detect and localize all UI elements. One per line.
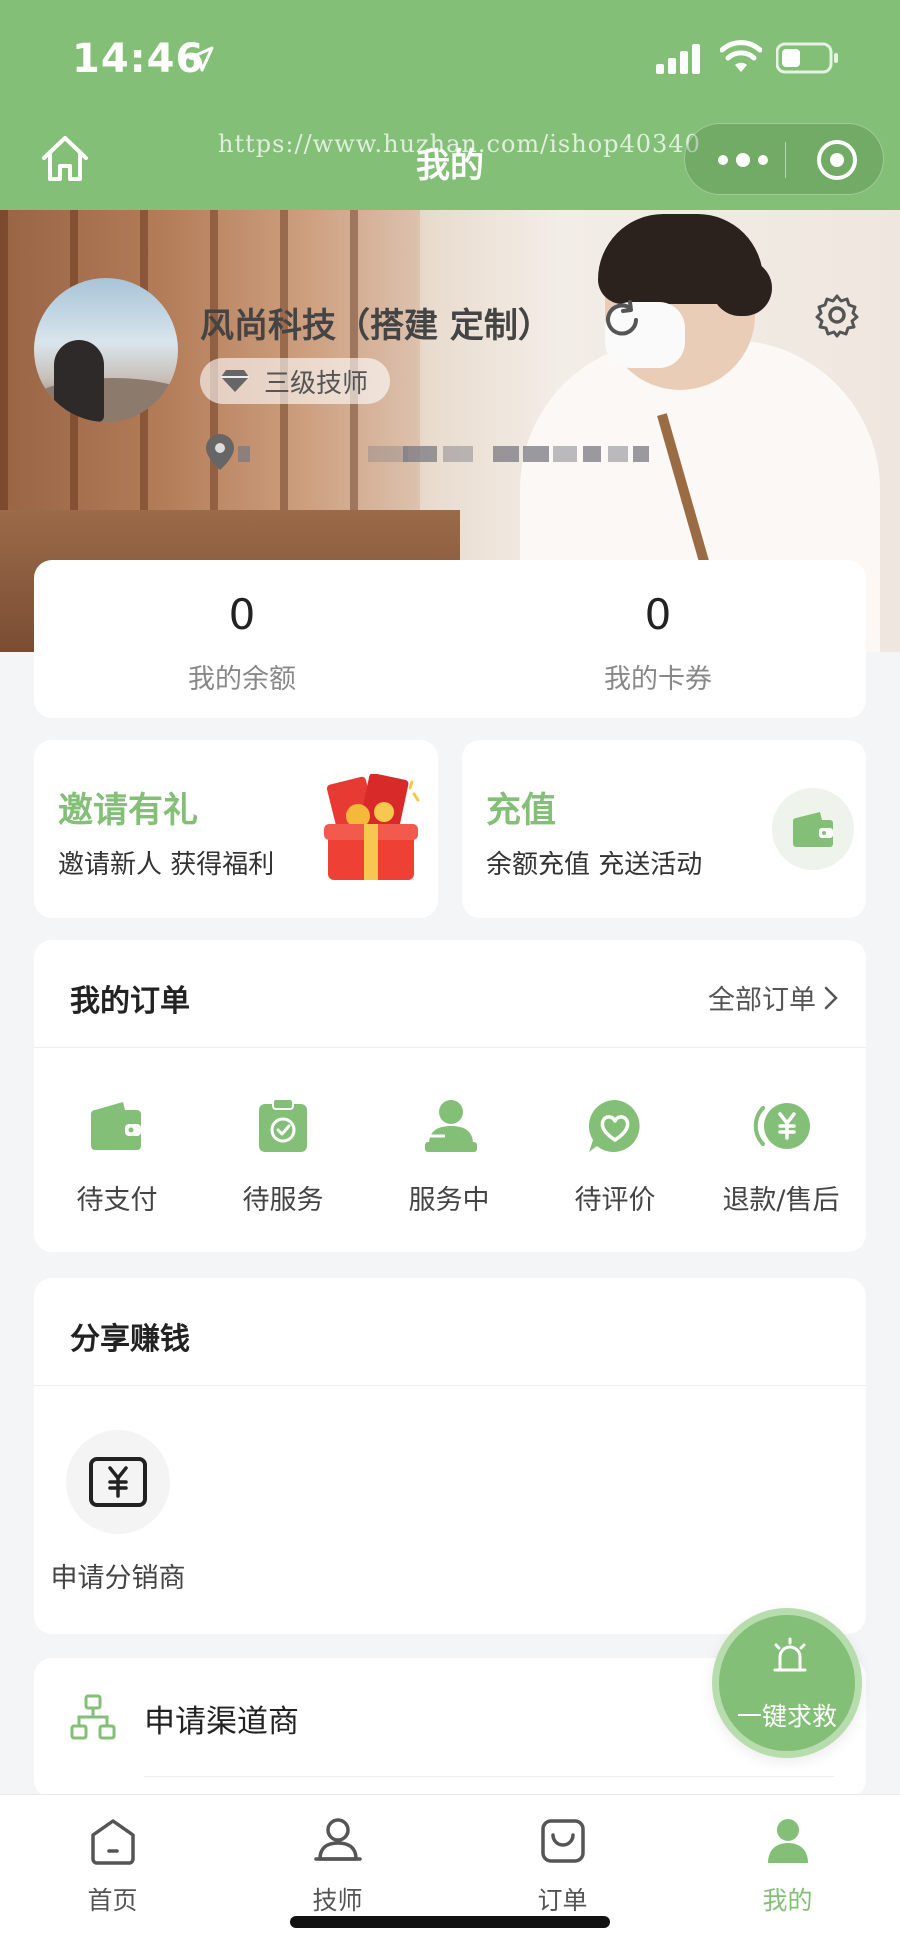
- person-service-icon: [425, 1100, 477, 1152]
- orders-title: 我的订单: [70, 984, 190, 1019]
- clipboard-check-icon: [259, 1098, 307, 1152]
- balance-value: 0: [228, 590, 256, 639]
- banner-photo-bun: [712, 260, 772, 316]
- coupon-value: 0: [644, 590, 672, 639]
- yuan-refund-icon: [753, 1103, 810, 1149]
- order-status-pending-service[interactable]: 待服务: [200, 1096, 366, 1217]
- recharge-subtitle: 余额充值 充送活动: [486, 850, 703, 880]
- wifi-icon: [720, 40, 762, 72]
- order-status-refund[interactable]: 退款/售后: [698, 1096, 864, 1217]
- balance-card: 0 我的余额 0 我的卡券: [34, 560, 866, 718]
- tab-orders-label: 订单: [537, 1886, 588, 1915]
- recharge-icon-circle: [772, 788, 854, 870]
- home-icon: [90, 1819, 135, 1865]
- avatar-person: [54, 340, 104, 422]
- order-status-label: 退款/售后: [722, 1185, 840, 1216]
- diamond-icon: [221, 370, 249, 392]
- invite-subtitle: 邀请新人 获得福利: [58, 850, 275, 880]
- technician-icon: [313, 1818, 362, 1861]
- share-title: 分享赚钱: [70, 1322, 190, 1357]
- gift-icon: [324, 774, 420, 880]
- level-label: 三级技师: [264, 368, 369, 399]
- distributor-label: 申请分销商: [50, 1563, 186, 1594]
- order-status-pending-payment[interactable]: 待支付: [34, 1096, 200, 1217]
- all-orders-link[interactable]: 全部订单: [708, 978, 838, 1017]
- coupon-stat[interactable]: 0 我的卡券: [450, 590, 866, 696]
- navbar: 我的 https://www.huzhan.com/ishop40340: [0, 118, 900, 210]
- alarm-icon: [773, 1637, 807, 1672]
- tab-mine-label: 我的: [762, 1886, 813, 1915]
- share-card: 分享赚钱 申请分销商: [34, 1278, 866, 1634]
- order-status-label: 待服务: [242, 1185, 324, 1216]
- divider: [144, 1776, 834, 1777]
- invite-title: 邀请有礼: [58, 791, 199, 831]
- all-orders-label: 全部订单: [708, 985, 816, 1016]
- location-pin-icon: [206, 434, 234, 470]
- recharge-card[interactable]: 充值 余额充值 充送活动: [462, 740, 866, 918]
- close-target-icon[interactable]: [815, 138, 859, 182]
- apply-distributor-button[interactable]: 申请分销商: [42, 1430, 194, 1595]
- apply-channel-label: 申请渠道商: [144, 1704, 299, 1740]
- location-arrow-icon: [188, 46, 214, 72]
- watermark-text: https://www.huzhan.com/ishop40340: [218, 130, 701, 158]
- more-dots-icon[interactable]: [715, 146, 771, 174]
- sos-button[interactable]: 一键求救: [712, 1608, 862, 1758]
- avatar[interactable]: [34, 278, 178, 422]
- balance-stat[interactable]: 0 我的余额: [34, 590, 450, 696]
- level-badge: 三级技师: [200, 358, 391, 404]
- balance-label: 我的余额: [188, 664, 296, 695]
- tab-mine[interactable]: 我的: [675, 1815, 900, 1917]
- recharge-title: 充值: [486, 791, 557, 831]
- orders-card: 我的订单 全部订单 待支付 待服务 服务中 待评价 退款/售后: [34, 940, 866, 1252]
- tab-home[interactable]: 首页: [0, 1815, 225, 1917]
- org-chart-icon: [70, 1694, 116, 1740]
- coupon-label: 我的卡券: [604, 664, 712, 695]
- status-bar: 14:46: [0, 0, 900, 118]
- tab-technician[interactable]: 技师: [225, 1815, 450, 1917]
- orders-header: 我的订单 全部订单: [34, 940, 866, 1048]
- order-status-in-service[interactable]: 服务中: [366, 1096, 532, 1217]
- capsule-divider: [785, 142, 786, 178]
- order-status-label: 待评价: [574, 1185, 656, 1216]
- settings-gear-icon[interactable]: [814, 292, 860, 338]
- distributor-icon-circle: [66, 1430, 170, 1534]
- wallet-icon: [91, 1102, 141, 1150]
- sos-label: 一键求救: [736, 1702, 837, 1731]
- user-name: 风尚科技（搭建 定制）: [200, 306, 552, 346]
- chevron-right-icon: [824, 986, 838, 1009]
- battery-icon: [776, 42, 838, 74]
- address-redacted: [238, 438, 678, 468]
- share-header: 分享赚钱: [34, 1278, 866, 1386]
- order-bag-icon: [540, 1819, 585, 1863]
- signal-icon: [656, 44, 700, 74]
- miniprogram-capsule: [684, 123, 884, 195]
- refresh-icon[interactable]: [600, 298, 644, 342]
- header: 14:46 我的 https://www.huzhan.com/ishop403…: [0, 0, 900, 210]
- order-status-label: 待支付: [76, 1185, 158, 1216]
- yuan-ticket-icon: [89, 1457, 147, 1507]
- status-time: 14:46: [72, 36, 205, 82]
- home-indicator: [290, 1916, 610, 1928]
- invite-card[interactable]: 邀请有礼 邀请新人 获得福利: [34, 740, 438, 918]
- user-icon: [767, 1819, 808, 1863]
- order-status-pending-review[interactable]: 待评价: [532, 1096, 698, 1217]
- tab-home-label: 首页: [87, 1886, 138, 1915]
- tab-technician-label: 技师: [312, 1886, 363, 1915]
- wallet-icon: [793, 812, 833, 847]
- heart-chat-icon: [588, 1099, 640, 1152]
- tab-orders[interactable]: 订单: [450, 1815, 675, 1917]
- order-status-label: 服务中: [408, 1185, 490, 1216]
